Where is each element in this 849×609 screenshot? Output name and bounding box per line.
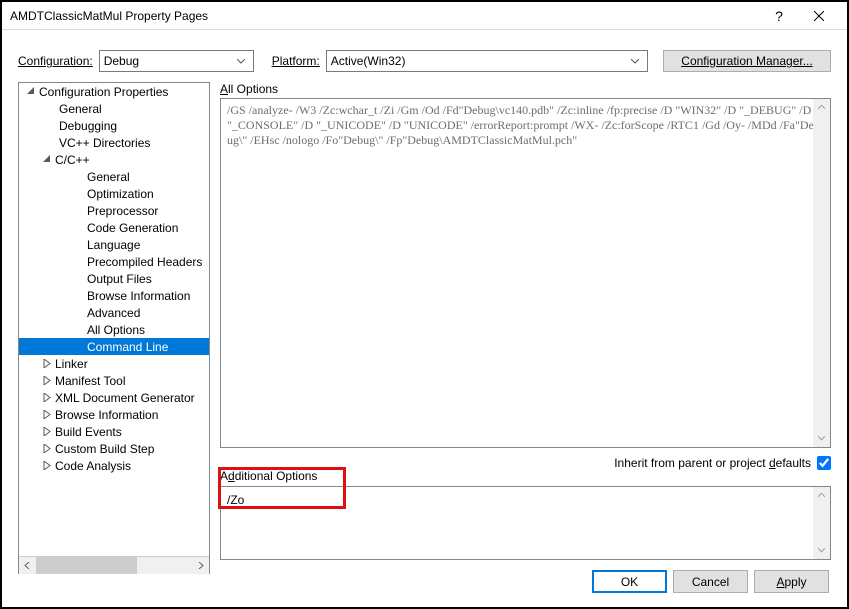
right-panel: All Options /GS /analyze- /W3 /Zc:wchar_… xyxy=(220,82,831,574)
configuration-dropdown[interactable]: Debug xyxy=(99,50,254,72)
tree-item-cpp-language[interactable]: Language xyxy=(19,236,209,253)
tree-item-cpp-browse[interactable]: Browse Information xyxy=(19,287,209,304)
configuration-value: Debug xyxy=(104,54,233,68)
scroll-track[interactable] xyxy=(36,557,192,574)
tree-cpp-label: C/C++ xyxy=(53,153,90,167)
footer-buttons: OK Cancel Apply xyxy=(592,570,829,593)
scroll-up-icon[interactable] xyxy=(813,99,830,116)
ok-label: OK xyxy=(621,575,638,589)
tree-item-manifest[interactable]: Manifest Tool xyxy=(19,372,209,389)
tree-item-custombuild[interactable]: Custom Build Step xyxy=(19,440,209,457)
tree-root-label: Configuration Properties xyxy=(37,85,168,99)
tree-item-cpp-advanced[interactable]: Advanced xyxy=(19,304,209,321)
chevron-down-icon xyxy=(233,59,249,64)
collapse-icon[interactable] xyxy=(41,155,53,164)
tree-item-xmldoc[interactable]: XML Document Generator xyxy=(19,389,209,406)
expand-icon[interactable] xyxy=(41,359,53,368)
all-options-label: All Options xyxy=(220,82,831,98)
scroll-track[interactable] xyxy=(813,116,830,430)
tree-root[interactable]: Configuration Properties xyxy=(19,83,209,100)
tree-item-cpp[interactable]: C/C++ xyxy=(19,151,209,168)
tree-item-browseinfo[interactable]: Browse Information xyxy=(19,406,209,423)
scroll-track[interactable] xyxy=(813,504,830,542)
scroll-thumb[interactable] xyxy=(36,557,137,574)
close-button[interactable] xyxy=(799,2,839,30)
platform-value: Active(Win32) xyxy=(331,54,627,68)
tree-item-cpp-codegen[interactable]: Code Generation xyxy=(19,219,209,236)
tree-item-cpp-optimization[interactable]: Optimization xyxy=(19,185,209,202)
all-options-box: /GS /analyze- /W3 /Zc:wchar_t /Zi /Gm /O… xyxy=(220,98,831,448)
scroll-up-icon[interactable] xyxy=(813,487,830,504)
platform-dropdown[interactable]: Active(Win32) xyxy=(326,50,648,72)
scroll-down-icon[interactable] xyxy=(813,430,830,447)
configuration-label: Configuration: xyxy=(18,54,93,68)
close-icon xyxy=(814,11,824,21)
addl-v-scrollbar[interactable] xyxy=(813,487,830,559)
additional-options-label: Additional Options xyxy=(220,469,317,483)
tree-item-cpp-commandline[interactable]: Command Line xyxy=(19,338,209,355)
tree-item-cpp-output[interactable]: Output Files xyxy=(19,270,209,287)
tree-item-vcpp-directories[interactable]: VC++ Directories xyxy=(19,134,209,151)
tree-item-debugging[interactable]: Debugging xyxy=(19,117,209,134)
tree-item-cpp-allopts[interactable]: All Options xyxy=(19,321,209,338)
expand-icon[interactable] xyxy=(41,376,53,385)
scroll-left-icon[interactable] xyxy=(19,557,36,574)
window-title: AMDTClassicMatMul Property Pages xyxy=(10,9,759,23)
inherit-checkbox[interactable] xyxy=(817,456,831,470)
tree-item-cpp-preprocessor[interactable]: Preprocessor xyxy=(19,202,209,219)
expand-icon[interactable] xyxy=(41,427,53,436)
help-button[interactable]: ? xyxy=(759,2,799,30)
chevron-down-icon xyxy=(627,59,643,64)
cancel-button[interactable]: Cancel xyxy=(673,570,748,593)
platform-label: Platform: xyxy=(272,54,320,68)
tree-item-cpp-pch[interactable]: Precompiled Headers xyxy=(19,253,209,270)
tree-panel: Configuration Properties General Debuggi… xyxy=(18,82,210,574)
expand-icon[interactable] xyxy=(41,393,53,402)
ok-button[interactable]: OK xyxy=(592,570,667,593)
tree-h-scrollbar[interactable] xyxy=(19,556,209,573)
expand-icon[interactable] xyxy=(41,461,53,470)
expand-icon[interactable] xyxy=(41,444,53,453)
help-icon: ? xyxy=(775,8,783,24)
scroll-down-icon[interactable] xyxy=(813,542,830,559)
tree-item-buildevents[interactable]: Build Events xyxy=(19,423,209,440)
tree-item-linker[interactable]: Linker xyxy=(19,355,209,372)
configuration-manager-button[interactable]: Configuration Manager... xyxy=(663,50,831,72)
apply-button[interactable]: Apply xyxy=(754,570,829,593)
tree-item-codeanalysis[interactable]: Code Analysis xyxy=(19,457,209,474)
collapse-icon[interactable] xyxy=(25,87,37,96)
expand-icon[interactable] xyxy=(41,410,53,419)
tree-item-cpp-general[interactable]: General xyxy=(19,168,209,185)
tree-item-general[interactable]: General xyxy=(19,100,209,117)
configuration-manager-label: Configuration Manager... xyxy=(681,54,812,68)
all-options-text: /GS /analyze- /W3 /Zc:wchar_t /Zi /Gm /O… xyxy=(227,103,824,148)
config-row: Configuration: Debug Platform: Active(Wi… xyxy=(2,30,847,82)
scroll-right-icon[interactable] xyxy=(192,557,209,574)
all-options-v-scrollbar[interactable] xyxy=(813,99,830,447)
apply-label: Apply xyxy=(776,575,806,589)
inherit-label: Inherit from parent or project defaults xyxy=(614,456,811,470)
additional-options-text: /Zo xyxy=(227,491,824,507)
cancel-label: Cancel xyxy=(692,575,729,589)
additional-options-box[interactable]: /Zo xyxy=(220,486,831,560)
title-bar: AMDTClassicMatMul Property Pages ? xyxy=(2,2,847,30)
